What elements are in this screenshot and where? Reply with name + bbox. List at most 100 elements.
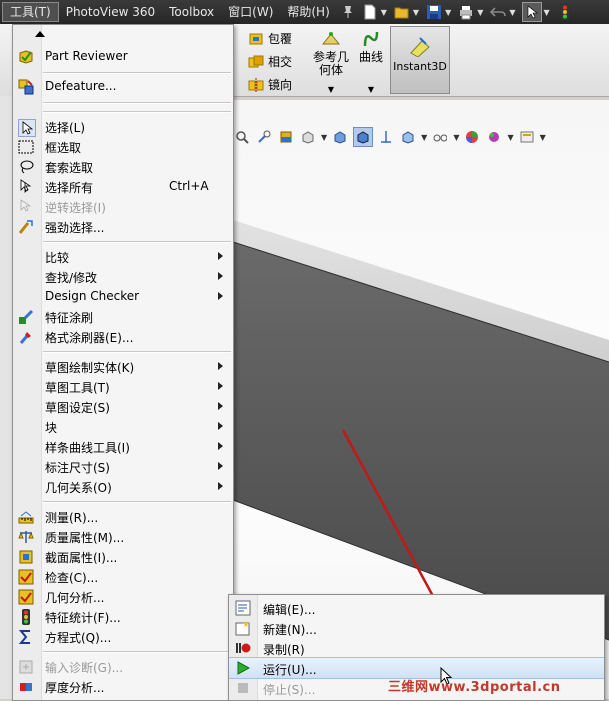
wrap-button[interactable]: 包覆 xyxy=(248,30,292,47)
menu-item-measure[interactable]: 测量(R)... xyxy=(13,507,233,527)
menu-separator xyxy=(43,351,231,353)
menu-item-check[interactable]: 检查(C)... xyxy=(13,567,233,587)
menu-item-box-select[interactable]: 框选取 xyxy=(13,137,233,157)
sketch-settings-label: 草图设定(S) xyxy=(45,401,110,415)
menu-item-section-properties[interactable]: 截面属性(I)... xyxy=(13,547,233,567)
intersect-button[interactable]: 相交 xyxy=(248,53,292,70)
select-dropdown-icon[interactable]: ▼ xyxy=(544,8,550,17)
hide-show-items-icon[interactable] xyxy=(377,128,395,146)
realview-icon[interactable] xyxy=(485,128,503,146)
defeature-icon xyxy=(18,79,34,95)
previous-view-icon[interactable] xyxy=(255,128,273,146)
menu-item-dimensions[interactable]: 标注尺寸(S) xyxy=(13,457,233,477)
macro-item-new[interactable]: 新建(N)... xyxy=(229,618,604,638)
tools-menu: Part Reviewer Defeature... 选择(L) 框选取 套索选… xyxy=(12,24,234,701)
menu-item-format-painter[interactable]: 格式涂刷器(E)... xyxy=(13,327,233,347)
glasses-icon[interactable] xyxy=(431,128,449,146)
macro-item-record[interactable]: 录制(R) xyxy=(229,638,604,658)
format-painter-label: 格式涂刷器(E)... xyxy=(45,331,134,345)
menu-item-thickness-analysis[interactable]: 厚度分析... xyxy=(13,677,233,697)
select-arrow-icon xyxy=(18,119,36,137)
compare-label: 比较 xyxy=(45,251,70,265)
pin-icon[interactable] xyxy=(339,3,357,21)
new-dropdown-icon[interactable]: ▼ xyxy=(381,8,387,17)
reference-geometry-button[interactable]: 参考几何体 ▼ xyxy=(310,30,352,96)
scene-dropdown-icon[interactable]: ▼ xyxy=(507,133,513,142)
geometry-analysis-icon xyxy=(18,589,34,605)
zoom-to-area-icon[interactable] xyxy=(233,128,251,146)
menu-item-feature-paint[interactable]: 特征涂刷 xyxy=(13,307,233,327)
submenu-arrow-icon xyxy=(218,362,223,370)
select-all-label: 选择所有 xyxy=(45,181,94,195)
menu-help[interactable]: 帮助(H) xyxy=(280,1,336,23)
menu-window[interactable]: 窗口(W) xyxy=(221,1,280,23)
menu-item-design-checker[interactable]: Design Checker xyxy=(13,287,233,307)
menu-item-equations[interactable]: 方程式(Q)... xyxy=(13,627,233,647)
open-dropdown-icon[interactable]: ▼ xyxy=(413,8,419,17)
instant3d-button[interactable]: Instant3D xyxy=(390,26,450,94)
undo-icon[interactable] xyxy=(489,3,507,21)
scene-icon[interactable] xyxy=(463,128,481,146)
menu-item-part-reviewer[interactable]: Part Reviewer xyxy=(13,47,233,67)
menu-item-sketch-tools[interactable]: 草图工具(T) xyxy=(13,377,233,397)
section-properties-label: 截面属性(I)... xyxy=(45,551,118,565)
view-orientation-dropdown-icon[interactable]: ▼ xyxy=(321,133,327,142)
menu-item-power-select[interactable]: 强劲选择... xyxy=(13,217,233,237)
menu-item-feature-statistics[interactable]: 特征统计(F)... xyxy=(13,607,233,627)
wrap-label: 包覆 xyxy=(268,32,293,46)
intersect-label: 相交 xyxy=(268,55,293,69)
view-settings-icon[interactable] xyxy=(518,128,536,146)
edit-appearance-icon[interactable] xyxy=(399,128,417,146)
menu-item-geometry-analysis[interactable]: 几何分析... xyxy=(13,587,233,607)
instant3d-icon xyxy=(410,37,430,58)
menu-item-sketch-entities[interactable]: 草图绘制实体(K) xyxy=(13,357,233,377)
menu-toolbox[interactable]: Toolbox xyxy=(162,1,221,23)
macro-item-edit[interactable]: 编辑(E)... xyxy=(229,598,604,618)
view-orientation-icon[interactable] xyxy=(299,128,317,146)
mass-properties-label: 质量属性(M)... xyxy=(45,531,125,545)
menu-item-compare[interactable]: 比较 xyxy=(13,247,233,267)
thickness-analysis-label: 厚度分析... xyxy=(45,681,105,695)
format-painter-icon xyxy=(18,329,34,345)
menu-item-spline-tools[interactable]: 样条曲线工具(I) xyxy=(13,437,233,457)
curves-button[interactable]: 曲线 ▼ xyxy=(356,30,386,96)
macro-edit-icon xyxy=(235,600,251,616)
menu-item-select-all[interactable]: 选择所有 Ctrl+A xyxy=(13,177,233,197)
menu-tools[interactable]: 工具(T) xyxy=(2,2,59,22)
scroll-up-arrow-icon[interactable] xyxy=(35,31,45,37)
appearance-dropdown-icon[interactable]: ▼ xyxy=(421,133,427,142)
curves-dropdown-icon[interactable]: ▼ xyxy=(356,83,386,96)
select-cursor-icon[interactable] xyxy=(521,2,542,22)
menu-item-select[interactable]: 选择(L) xyxy=(13,117,233,137)
power-select-label: 强劲选择... xyxy=(45,221,105,235)
menu-item-lasso-select[interactable]: 套索选取 xyxy=(13,157,233,177)
box-select-icon xyxy=(18,139,34,155)
menu-item-sketch-settings[interactable]: 草图设定(S) xyxy=(13,397,233,417)
menu-item-blocks[interactable]: 块 xyxy=(13,417,233,437)
reference-geometry-dropdown-icon[interactable]: ▼ xyxy=(310,83,352,96)
mass-properties-icon xyxy=(18,529,34,545)
new-document-icon[interactable] xyxy=(361,3,379,21)
open-folder-icon[interactable] xyxy=(393,3,411,21)
print-dropdown-icon[interactable]: ▼ xyxy=(477,8,483,17)
view-settings-dropdown-icon[interactable]: ▼ xyxy=(540,133,546,142)
shaded-with-edges-icon[interactable] xyxy=(353,127,374,147)
glasses-dropdown-icon[interactable]: ▼ xyxy=(453,133,459,142)
mirror-button[interactable]: 镜向 xyxy=(248,76,292,93)
feature-statistics-icon xyxy=(18,609,34,625)
print-icon[interactable] xyxy=(457,3,475,21)
undo-dropdown-icon[interactable]: ▼ xyxy=(509,8,515,17)
section-view-icon[interactable] xyxy=(277,128,295,146)
sigma-icon xyxy=(18,629,34,645)
display-style-icon[interactable] xyxy=(331,128,349,146)
save-icon[interactable] xyxy=(425,3,443,21)
save-dropdown-icon[interactable]: ▼ xyxy=(445,8,451,17)
menu-item-defeature[interactable]: Defeature... xyxy=(13,77,233,97)
menu-item-mass-properties[interactable]: 质量属性(M)... xyxy=(13,527,233,547)
rebuild-traffic-light-icon[interactable] xyxy=(556,3,574,21)
menu-photoview[interactable]: PhotoView 360 xyxy=(59,1,162,23)
menu-item-relations[interactable]: 几何关系(O) xyxy=(13,477,233,497)
menu-item-import-diagnostics: 输入诊断(G)... xyxy=(13,657,233,677)
design-checker-label: Design Checker xyxy=(45,289,140,303)
menu-item-find-modify[interactable]: 查找/修改 xyxy=(13,267,233,287)
